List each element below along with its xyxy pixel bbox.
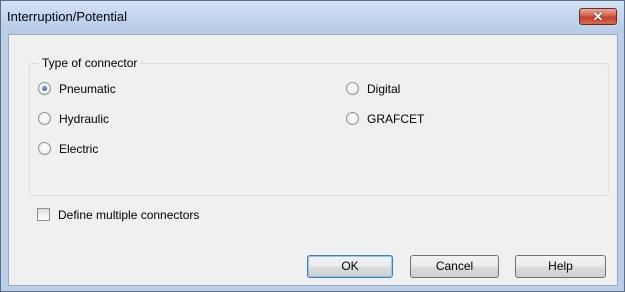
dialog-window: Interruption/Potential ✕ Type of connect…	[0, 0, 625, 292]
group-title: Type of connector	[39, 56, 141, 70]
checkbox[interactable]	[37, 208, 50, 221]
ok-button[interactable]: OK	[307, 255, 393, 278]
close-button[interactable]: ✕	[579, 8, 617, 25]
window-title: Interruption/Potential	[7, 9, 127, 24]
radio-label-hydraulic: Hydraulic	[59, 112, 110, 126]
title-bar[interactable]: Interruption/Potential ✕	[1, 1, 624, 34]
checkbox-label: Define multiple connectors	[58, 208, 200, 222]
dialog-body: Type of connector Pneumatic Hydraulic El…	[8, 34, 618, 286]
radio-button-checked[interactable]	[38, 82, 51, 95]
help-button[interactable]: Help	[515, 255, 606, 278]
radio-label-pneumatic: Pneumatic	[59, 82, 116, 96]
radio-button[interactable]	[38, 142, 51, 155]
cancel-button[interactable]: Cancel	[410, 255, 499, 278]
radio-label-electric: Electric	[59, 142, 99, 156]
connector-type-group: Type of connector Pneumatic Hydraulic El…	[29, 56, 609, 196]
radio-label-grafcet: GRAFCET	[367, 112, 425, 126]
radio-button[interactable]	[346, 112, 359, 125]
close-icon: ✕	[592, 9, 604, 24]
radio-label-digital: Digital	[367, 82, 401, 96]
radio-button[interactable]	[346, 82, 359, 95]
radio-button[interactable]	[38, 112, 51, 125]
